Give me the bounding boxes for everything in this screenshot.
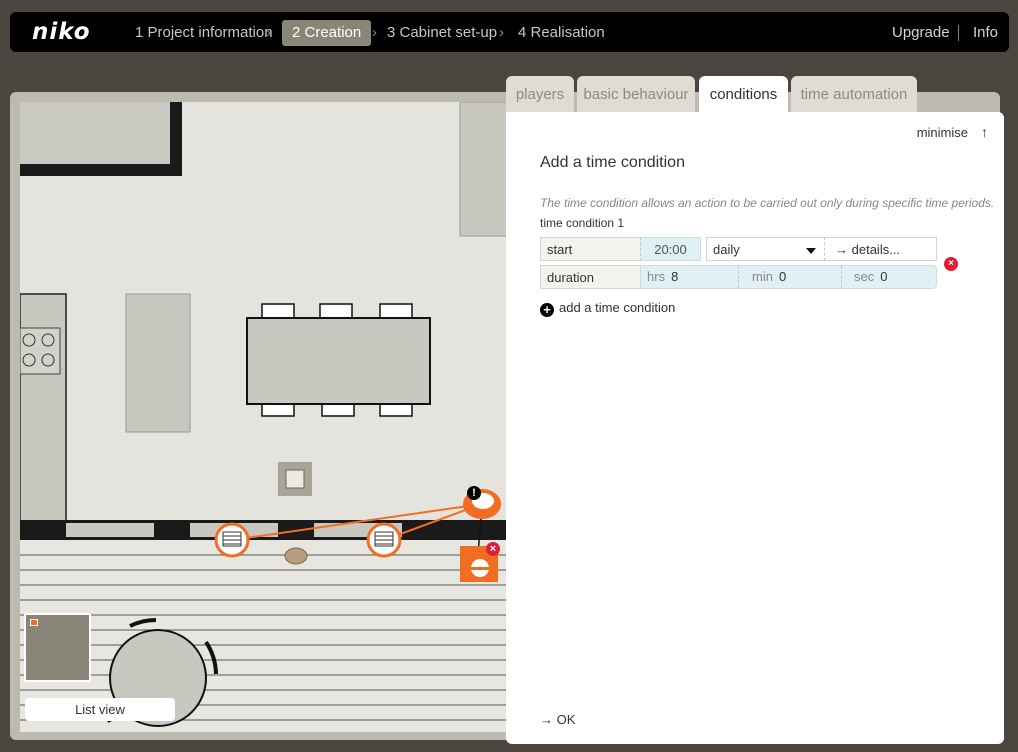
conditions-panel: minimise ↑ Add a time condition The time…	[506, 112, 1004, 744]
duration-label: duration	[540, 265, 641, 289]
hours-field[interactable]: hrs 8	[647, 266, 678, 288]
add-time-condition-button[interactable]: + add a time condition	[540, 300, 675, 317]
blinds-icon[interactable]	[214, 522, 250, 558]
niko-logo: niko	[32, 19, 91, 45]
step-creation[interactable]: 2 Creation	[282, 20, 372, 46]
chevron-right-icon: ›	[372, 24, 377, 41]
minutes-label: min	[752, 269, 773, 284]
tab-conditions[interactable]: conditions	[699, 76, 788, 116]
step-project-information[interactable]: 1 Project information	[135, 20, 273, 46]
tab-players[interactable]: players	[506, 76, 574, 114]
chevron-right-icon: ›	[266, 24, 271, 41]
divider	[738, 266, 739, 288]
minutes-field[interactable]: min 0	[752, 266, 786, 288]
blinds-icon[interactable]	[366, 522, 402, 558]
tab-basic-behaviour[interactable]: basic behaviour	[577, 76, 695, 114]
start-row: start 20:00 daily → details...	[540, 237, 937, 261]
divider	[841, 266, 842, 288]
duration-row: duration hrs 8 min 0 sec 0	[540, 265, 937, 289]
chevron-right-icon: ›	[499, 24, 504, 41]
top-navigation-bar: niko 1 Project information › 2 Creation …	[10, 12, 1009, 52]
step-realisation[interactable]: 4 Realisation	[518, 20, 605, 46]
speech-bubble-icon[interactable]	[284, 547, 308, 565]
panel-title: Add a time condition	[540, 154, 685, 171]
remove-device-icon[interactable]: ×	[486, 542, 500, 556]
condition-name: time condition 1	[540, 216, 625, 230]
room-block	[20, 102, 182, 172]
seconds-value: 0	[880, 269, 888, 284]
list-view-button[interactable]: List view	[25, 698, 175, 721]
window	[66, 523, 154, 537]
minutes-value: 0	[778, 269, 787, 284]
recurrence-dropdown[interactable]: daily	[706, 237, 825, 261]
add-icon: +	[540, 303, 554, 317]
dining-table	[246, 317, 431, 405]
ok-label: OK	[556, 712, 576, 727]
upgrade-link[interactable]: Upgrade	[892, 20, 950, 46]
description: The time condition allows an action to b…	[540, 196, 995, 210]
remove-condition-icon[interactable]: ×	[944, 257, 958, 271]
hours-value: 8	[671, 269, 679, 284]
kitchen-island	[125, 293, 191, 433]
arrow-right-icon: →	[540, 712, 553, 727]
minimise-button[interactable]: minimise	[917, 125, 968, 140]
seconds-field[interactable]: sec 0	[854, 266, 887, 288]
duration-input-group: hrs 8 min 0 sec 0	[640, 265, 937, 289]
floor-plan[interactable]: ! ×	[20, 102, 520, 732]
arrow-up-icon[interactable]: ↑	[981, 124, 988, 140]
start-label: start	[540, 237, 641, 261]
recurrence-value: daily	[713, 242, 740, 257]
start-time-input[interactable]: 20:00	[640, 237, 701, 261]
details-button[interactable]: → details...	[824, 237, 937, 261]
details-label: details...	[851, 242, 901, 257]
tab-time-automation[interactable]: time automation	[791, 76, 917, 114]
device-icon	[285, 469, 305, 489]
step-cabinet-set-up[interactable]: 3 Cabinet set-up	[387, 20, 497, 46]
add-label: add a time condition	[559, 300, 676, 315]
arrow-right-icon: →	[835, 242, 848, 257]
warning-icon: !	[467, 486, 481, 500]
hours-label: hrs	[647, 269, 666, 284]
minimap[interactable]	[24, 613, 91, 682]
ok-button[interactable]: → OK	[540, 712, 575, 727]
seconds-label: sec	[854, 269, 875, 284]
info-link[interactable]: Info	[973, 20, 998, 46]
divider	[958, 25, 959, 41]
floor-plan-drawing	[20, 102, 520, 732]
minimap-marker	[30, 619, 38, 626]
chevron-down-icon	[806, 248, 816, 254]
